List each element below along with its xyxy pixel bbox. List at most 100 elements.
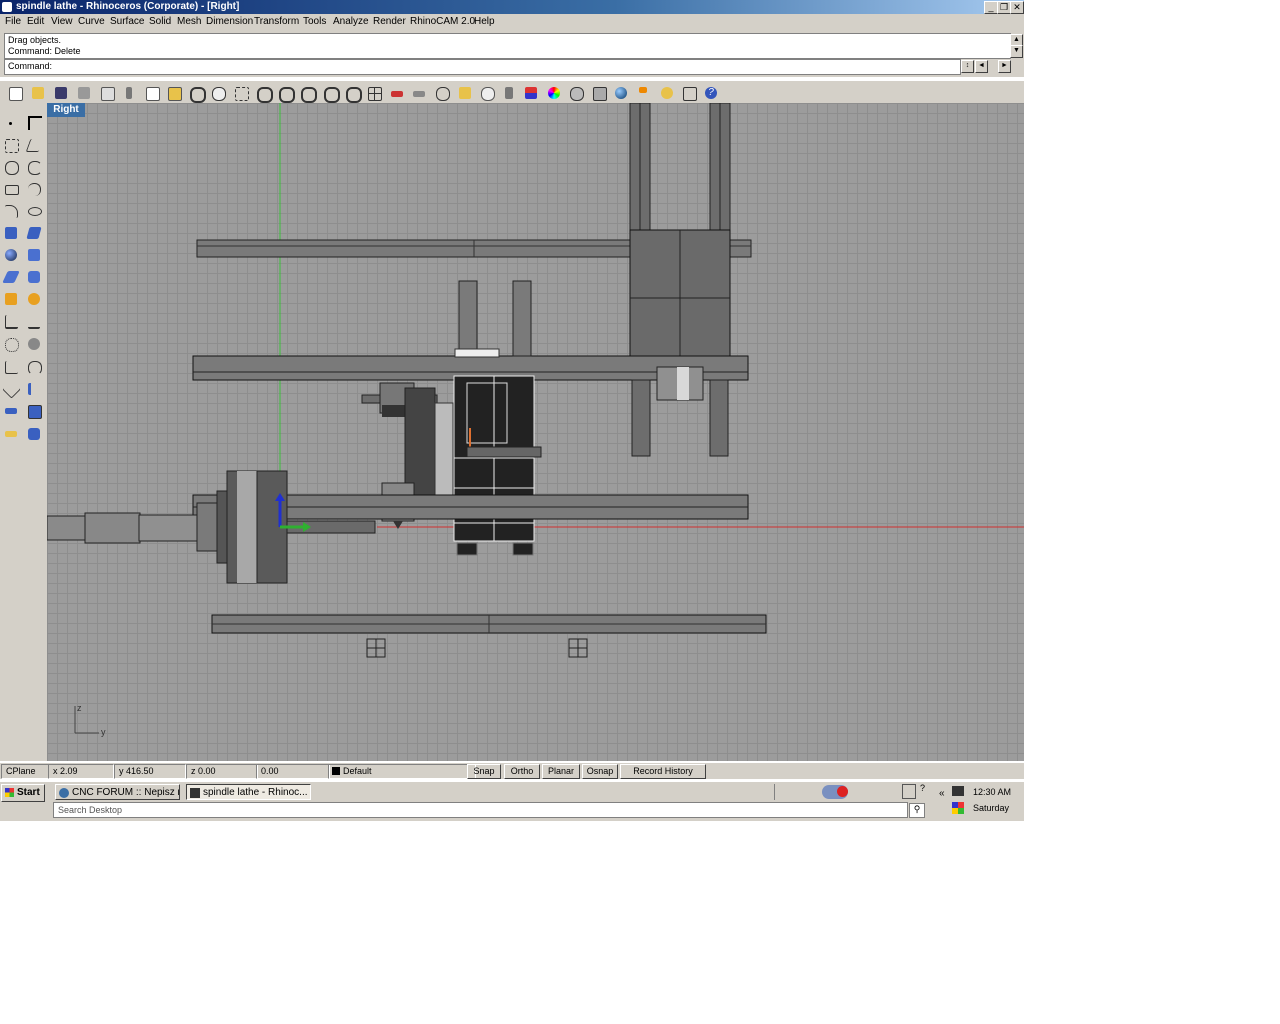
taskbar-item-rhino[interactable]: spindle lathe - Rhinoc... — [186, 784, 311, 800]
cylinder-icon[interactable] — [25, 268, 43, 286]
zoom-extents-icon[interactable] — [298, 84, 317, 103]
scale-icon[interactable] — [2, 380, 21, 399]
record-history-toggle[interactable]: Record History — [620, 764, 706, 779]
ungroup-icon[interactable] — [25, 335, 43, 353]
rotate-object-icon[interactable] — [25, 358, 43, 376]
car2-icon[interactable] — [410, 84, 428, 102]
split-icon[interactable] — [25, 312, 43, 330]
help-icon[interactable]: ? — [702, 84, 720, 102]
arc-icon[interactable] — [25, 158, 43, 176]
tray-question-icon[interactable] — [902, 784, 916, 799]
circle-icon[interactable] — [2, 158, 20, 176]
lock-icon[interactable] — [500, 84, 518, 102]
move-icon[interactable] — [2, 358, 20, 376]
polyline-icon[interactable] — [2, 136, 20, 154]
curve-icon[interactable] — [25, 136, 44, 154]
menu-help[interactable]: Help — [474, 16, 495, 27]
ortho-toggle[interactable]: Ortho — [504, 764, 540, 779]
mesh-icon[interactable] — [2, 268, 20, 286]
rectangle-icon[interactable] — [2, 180, 20, 198]
loft-icon[interactable] — [25, 224, 43, 242]
car-icon[interactable] — [388, 84, 406, 102]
menu-edit[interactable]: Edit — [27, 16, 44, 27]
menu-view[interactable]: View — [51, 16, 73, 27]
zoom-dynamic-icon[interactable] — [276, 84, 295, 103]
pan-icon[interactable] — [209, 84, 227, 102]
copy-icon[interactable] — [143, 84, 161, 102]
mirror-icon[interactable] — [25, 380, 43, 398]
scroll-left-icon[interactable]: ◄ — [975, 60, 988, 73]
restore-button[interactable]: ❐ — [997, 1, 1011, 14]
menu-surface[interactable]: Surface — [110, 16, 144, 27]
four-viewports-icon[interactable] — [365, 84, 383, 102]
menu-transform[interactable]: Transform — [254, 16, 299, 27]
clock-time[interactable]: 12:30 AM — [973, 787, 1011, 797]
start-button[interactable]: Start — [1, 784, 45, 802]
osnap-icon[interactable] — [456, 84, 474, 102]
menu-tools[interactable]: Tools — [303, 16, 326, 27]
tray-windows-icon[interactable] — [952, 802, 964, 814]
zoom-window-icon[interactable] — [254, 84, 273, 103]
tray-arrows-icon[interactable]: ? — [920, 783, 925, 793]
group-icon[interactable] — [2, 335, 20, 353]
color-wheel-icon[interactable] — [545, 84, 563, 102]
render-sphere-icon[interactable] — [612, 84, 630, 102]
print-icon[interactable] — [75, 84, 93, 102]
network-alert-icon[interactable] — [822, 785, 848, 799]
menu-rhinocam[interactable]: RhinoCAM 2.0 — [410, 16, 475, 27]
rotate-icon[interactable] — [232, 84, 250, 102]
select-arrow-icon[interactable] — [25, 113, 43, 131]
toolbox-icon[interactable] — [680, 84, 698, 102]
minimize-button[interactable]: _ — [984, 1, 998, 14]
cut-icon[interactable] — [120, 84, 138, 102]
trim-icon[interactable] — [2, 312, 20, 330]
sphere-icon[interactable] — [2, 246, 20, 264]
save-icon[interactable] — [52, 84, 70, 102]
layer-selector[interactable]: Default — [328, 764, 476, 779]
options-icon[interactable] — [658, 84, 676, 102]
light-icon[interactable] — [478, 84, 496, 102]
spin-icon[interactable]: ↕ — [961, 60, 974, 73]
orient-icon[interactable] — [25, 402, 43, 420]
paste-icon[interactable] — [165, 84, 183, 102]
open-icon[interactable] — [29, 84, 47, 102]
zoom-selected-icon[interactable] — [321, 84, 340, 103]
planar-toggle[interactable]: Planar — [542, 764, 580, 779]
dimension-icon[interactable] — [2, 425, 20, 443]
osnap-toggle[interactable]: Osnap — [582, 764, 618, 779]
surface-icon[interactable] — [2, 224, 20, 242]
menu-file[interactable]: File — [5, 16, 21, 27]
tray-expand-icon[interactable]: « — [939, 788, 945, 799]
layer-icon[interactable] — [522, 84, 540, 102]
menu-solid[interactable]: Solid — [149, 16, 171, 27]
menu-render[interactable]: Render — [373, 16, 406, 27]
import-icon[interactable] — [98, 84, 116, 102]
desktop-search-input[interactable]: Search Desktop — [53, 802, 908, 818]
scroll-down-icon[interactable]: ▼ — [1010, 45, 1023, 58]
undo-view-icon[interactable] — [343, 84, 362, 103]
shade-icon[interactable] — [567, 84, 585, 102]
scroll-right-icon[interactable]: ► — [998, 60, 1011, 73]
viewport-title[interactable]: Right — [47, 103, 85, 117]
render-object-icon[interactable] — [25, 425, 43, 443]
new-icon[interactable] — [6, 84, 24, 102]
wireframe-icon[interactable] — [590, 84, 608, 102]
snap-toggle[interactable]: Snap — [467, 764, 501, 779]
close-button[interactable]: ✕ — [1010, 1, 1024, 14]
boolean-icon[interactable] — [25, 290, 43, 308]
menu-analyze[interactable]: Analyze — [333, 16, 369, 27]
menu-curve[interactable]: Curve — [78, 16, 105, 27]
grid-snap-icon[interactable] — [433, 84, 451, 102]
menu-mesh[interactable]: Mesh — [177, 16, 201, 27]
menu-dimension[interactable]: Dimension — [206, 16, 253, 27]
explode-icon[interactable] — [2, 290, 20, 308]
point-icon[interactable] — [2, 115, 20, 133]
right-viewport[interactable]: z y — [47, 103, 1024, 761]
flag-icon[interactable] — [636, 84, 654, 102]
box-icon[interactable] — [25, 246, 43, 264]
freeform-icon[interactable] — [25, 180, 43, 198]
array-icon[interactable] — [2, 402, 20, 420]
ellipse-icon[interactable] — [25, 202, 43, 220]
fillet-icon[interactable] — [2, 202, 20, 220]
search-icon[interactable]: ⚲ — [909, 803, 925, 818]
